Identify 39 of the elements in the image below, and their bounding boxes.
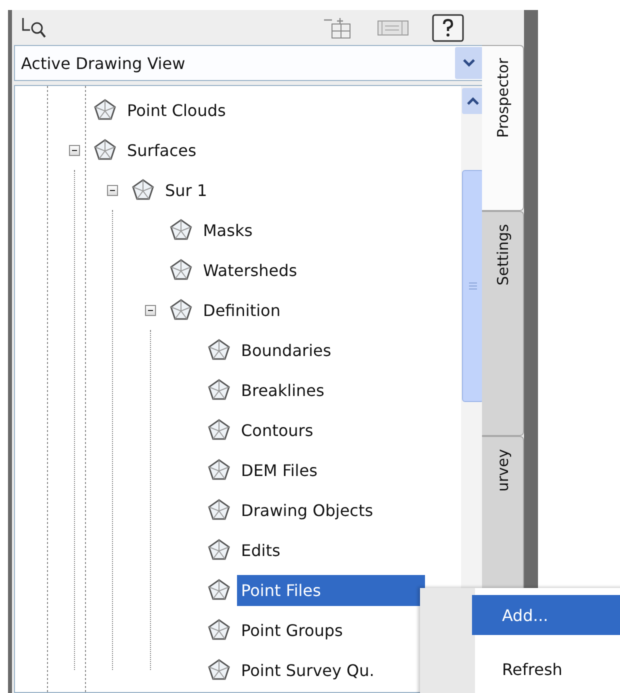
surface-icon bbox=[207, 338, 231, 362]
expander[interactable] bbox=[69, 144, 80, 156]
tree-item[interactable]: Point Clouds bbox=[123, 94, 230, 126]
tree-item[interactable]: Watersheds bbox=[199, 254, 302, 286]
tree-item[interactable]: Point Files bbox=[237, 574, 425, 606]
tree-item[interactable]: Surfaces bbox=[123, 134, 200, 166]
surface-icon bbox=[207, 498, 231, 522]
tree-item[interactable]: Drawing Objects bbox=[237, 494, 378, 526]
surface-icon bbox=[207, 418, 231, 442]
tree-item[interactable]: Point Groups bbox=[237, 614, 347, 646]
tree-item[interactable]: Masks bbox=[199, 214, 257, 246]
surface-icon bbox=[169, 258, 193, 282]
tree-item[interactable]: Sur 1 bbox=[161, 174, 212, 206]
side-tab[interactable]: Prospector bbox=[482, 45, 524, 211]
grip-icon bbox=[468, 282, 478, 290]
expander[interactable] bbox=[145, 304, 156, 316]
surface-icon bbox=[169, 298, 193, 322]
surface-icon bbox=[169, 218, 193, 242]
surface-icon bbox=[207, 538, 231, 562]
surface-icon bbox=[207, 578, 231, 602]
help-icon[interactable] bbox=[432, 14, 464, 42]
surface-icon bbox=[131, 178, 155, 202]
surface-icon bbox=[207, 378, 231, 402]
menu-item[interactable]: Add... bbox=[472, 595, 620, 635]
side-tab[interactable]: Settings bbox=[482, 211, 524, 436]
tree-item[interactable]: Contours bbox=[237, 414, 318, 446]
surface-icon bbox=[93, 138, 117, 162]
tree-item[interactable]: Boundaries bbox=[237, 334, 336, 366]
surface-icon bbox=[207, 618, 231, 642]
surface-icon bbox=[93, 98, 117, 122]
scroll-up-icon bbox=[466, 96, 480, 106]
surface-icon bbox=[207, 458, 231, 482]
tree-item[interactable]: Definition bbox=[199, 294, 284, 326]
tree-item[interactable]: Breaklines bbox=[237, 374, 328, 406]
tree-item[interactable]: DEM Files bbox=[237, 454, 322, 486]
tree-item[interactable]: Edits bbox=[237, 534, 284, 566]
tree-item[interactable]: Point Survey Qu. bbox=[237, 654, 378, 686]
expander[interactable] bbox=[107, 184, 118, 196]
surface-icon bbox=[207, 658, 231, 682]
